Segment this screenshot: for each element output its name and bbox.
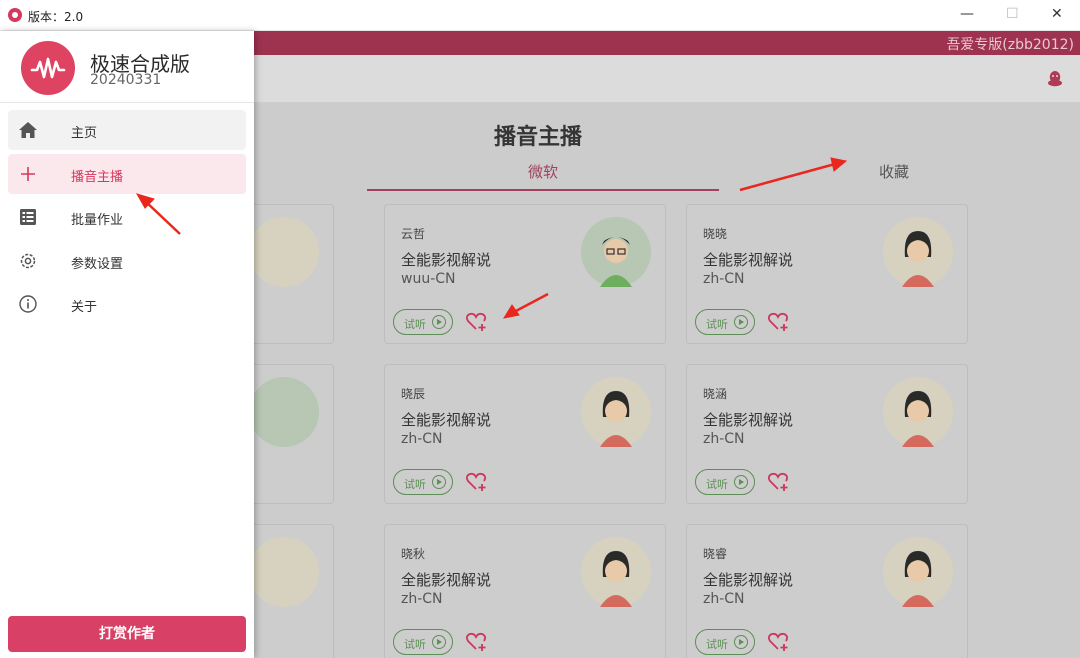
annotation-arrows	[135, 157, 848, 319]
